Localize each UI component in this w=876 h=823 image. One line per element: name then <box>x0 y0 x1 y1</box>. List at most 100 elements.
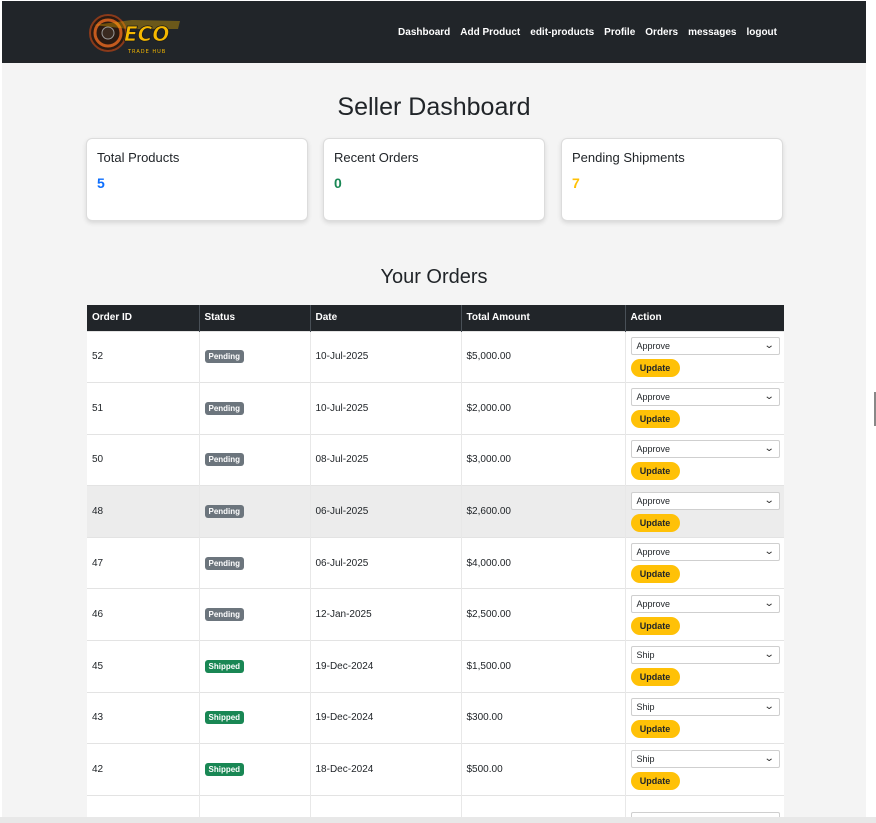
card-pending-shipments: Pending Shipments 7 <box>561 138 783 221</box>
action-cell: Approve ⌄ Update <box>625 588 784 641</box>
action-select[interactable]: Ship ⌄ <box>630 646 780 665</box>
navbar: ECO TRADE HUB Dashboard Add Product edit… <box>2 1 866 63</box>
action-cell: Ship ⌄ Update <box>625 640 784 693</box>
card-recent-orders: Recent Orders 0 <box>323 138 545 221</box>
col-header-date: Date <box>310 305 462 331</box>
orders-table-body: 52 Pending 10-Jul-2025 $5,000.00 Approve ⌄ Upd… <box>87 330 784 823</box>
update-button[interactable]: Update <box>630 513 680 532</box>
action-select[interactable]: Approve ⌄ <box>630 336 780 355</box>
table-row: 48 Pending 06-Jul-2025 $2,600.00 Approve ⌄ Upd… <box>87 485 784 538</box>
card-total-products: Total Products 5 <box>86 138 308 221</box>
date-cell: 19-Dec-2024 <box>310 691 462 744</box>
order-id-cell: 43 <box>87 691 200 744</box>
eco-logo[interactable]: ECO TRADE HUB <box>88 9 184 57</box>
status-cell: Shipped <box>199 691 311 744</box>
horizontal-scrollbar[interactable] <box>0 817 876 823</box>
orders-title: Your Orders <box>380 266 488 288</box>
nav-link-add-product[interactable]: Add Product <box>460 27 520 38</box>
action-select-value: Approve <box>636 495 671 506</box>
status-cell: Shipped <box>199 640 311 693</box>
update-button[interactable]: Update <box>630 719 680 738</box>
status-badge: Pending <box>204 608 245 622</box>
card-value: 7 <box>572 175 580 191</box>
nav-link-orders[interactable]: Orders <box>645 27 678 38</box>
status-badge: Pending <box>204 453 245 467</box>
action-select-value: Approve <box>636 547 671 558</box>
nav-links: Dashboard Add Product edit-products Prof… <box>398 1 777 63</box>
action-select[interactable]: Approve ⌄ <box>630 543 780 562</box>
status-cell: Pending <box>199 588 311 641</box>
update-button[interactable]: Update <box>630 616 680 635</box>
order-id-cell: 48 <box>87 485 200 538</box>
table-row: 51 Pending 10-Jul-2025 $2,000.00 Approve ⌄ Upd… <box>87 382 784 435</box>
date-cell: 06-Jul-2025 <box>310 485 462 538</box>
table-row: 52 Pending 10-Jul-2025 $5,000.00 Approve ⌄ Upd… <box>87 330 784 383</box>
orders-table: Order ID Status Date Total Amount Action… <box>87 305 784 823</box>
update-button[interactable]: Update <box>630 565 680 584</box>
date-cell: 19-Dec-2024 <box>310 640 462 693</box>
action-select[interactable]: Ship ⌄ <box>630 749 780 768</box>
action-select-value: Approve <box>636 392 671 403</box>
table-row: 42 Shipped 18-Dec-2024 $500.00 Ship ⌄ Update <box>87 743 784 796</box>
date-cell: 18-Dec-2024 <box>310 743 462 796</box>
nav-link-edit-products[interactable]: edit-products <box>530 27 594 38</box>
status-badge: Pending <box>204 401 245 415</box>
status-badge: Pending <box>204 505 245 519</box>
chevron-down-icon: ⌄ <box>763 649 775 661</box>
table-header-row: Order ID Status Date Total Amount Action <box>87 305 784 331</box>
order-id-cell: 52 <box>87 330 200 383</box>
table-row: 46 Pending 12-Jan-2025 $2,500.00 Approve ⌄ Upd… <box>87 588 784 641</box>
action-select[interactable]: Approve ⌄ <box>630 439 780 458</box>
chevron-down-icon: ⌄ <box>763 391 775 403</box>
update-button[interactable]: Update <box>630 410 680 429</box>
card-title: Recent Orders <box>334 150 419 165</box>
update-button[interactable]: Update <box>630 771 680 790</box>
action-cell: Ship ⌄ Update <box>625 743 784 796</box>
date-cell: 12-Jan-2025 <box>310 588 462 641</box>
status-cell: Pending <box>199 433 311 486</box>
status-cell: Pending <box>199 330 311 383</box>
update-button[interactable]: Update <box>630 668 680 687</box>
nav-link-profile[interactable]: Profile <box>604 27 635 38</box>
status-badge: Pending <box>204 556 245 570</box>
action-select[interactable]: Approve ⌄ <box>630 594 780 613</box>
col-header-action: Action <box>625 305 784 331</box>
status-cell: Shipped <box>199 743 311 796</box>
status-cell: Pending <box>199 485 311 538</box>
action-select-value: Ship <box>636 701 655 712</box>
amount-cell: $300.00 <box>461 691 626 744</box>
date-cell: 10-Jul-2025 <box>310 382 462 435</box>
action-select-value: Ship <box>636 753 655 764</box>
order-id-cell: 47 <box>87 536 200 589</box>
order-id-cell: 45 <box>87 640 200 693</box>
action-cell: Approve ⌄ Update <box>625 382 784 435</box>
card-title: Total Products <box>97 150 180 165</box>
action-cell: Approve ⌄ Update <box>625 485 784 538</box>
order-id-cell: 46 <box>87 588 200 641</box>
amount-cell: $4,000.00 <box>461 536 626 589</box>
action-cell: Approve ⌄ Update <box>625 433 784 486</box>
nav-link-logout[interactable]: logout <box>746 27 777 38</box>
status-cell: Pending <box>199 382 311 435</box>
card-title: Pending Shipments <box>572 150 685 165</box>
chevron-down-icon: ⌄ <box>763 597 775 609</box>
amount-cell: $3,000.00 <box>461 433 626 486</box>
status-badge: Pending <box>204 350 245 364</box>
action-select-value: Approve <box>636 340 671 351</box>
status-badge: Shipped <box>204 659 245 673</box>
update-button[interactable]: Update <box>630 461 680 480</box>
action-select-value: Ship <box>636 650 655 661</box>
date-cell: 06-Jul-2025 <box>310 536 462 589</box>
order-id-cell: 50 <box>87 433 200 486</box>
update-button[interactable]: Update <box>630 358 680 377</box>
table-row: 50 Pending 08-Jul-2025 $3,000.00 Approve ⌄ Upd… <box>87 433 784 486</box>
action-select[interactable]: Approve ⌄ <box>630 388 780 407</box>
svg-text:TRADE HUB: TRADE HUB <box>127 49 166 55</box>
action-select[interactable]: Approve ⌄ <box>630 491 780 510</box>
chevron-down-icon: ⌄ <box>763 700 775 712</box>
nav-link-dashboard[interactable]: Dashboard <box>398 27 450 38</box>
action-select[interactable]: Ship ⌄ <box>630 697 780 716</box>
nav-link-messages[interactable]: messages <box>688 27 736 38</box>
chevron-down-icon: ⌄ <box>763 494 775 506</box>
amount-cell: $500.00 <box>461 743 626 796</box>
